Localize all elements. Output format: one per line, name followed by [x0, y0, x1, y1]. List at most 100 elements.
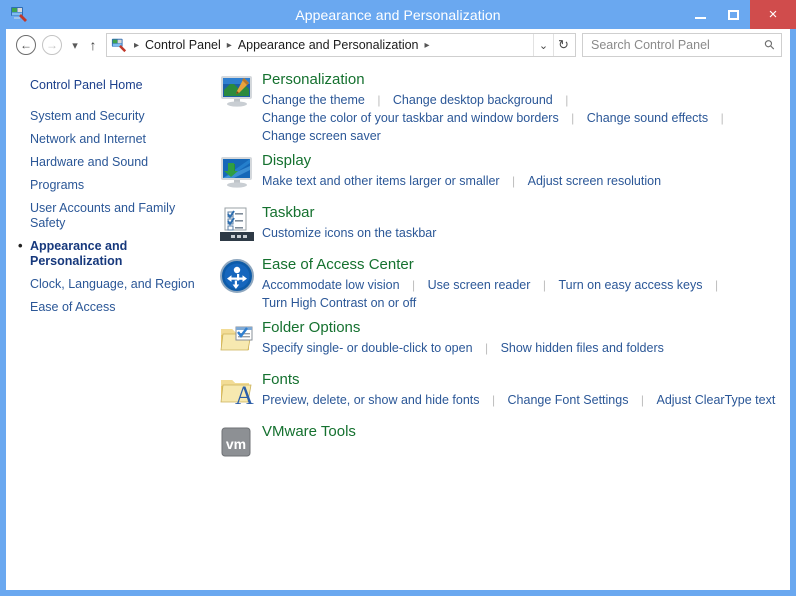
links-row: Change screen saver — [262, 127, 780, 145]
folder-options-icon[interactable] — [214, 318, 262, 364]
category-list: Personalization Change the theme | Chang… — [206, 62, 790, 590]
sidebar-item-system-and-security[interactable]: System and Security — [30, 105, 205, 128]
category-links: Accommodate low vision | Use screen read… — [262, 276, 780, 312]
link-separator: | — [542, 278, 546, 292]
address-history-button[interactable]: ⌄ — [533, 34, 553, 56]
category-vmware-tools: vm VMware Tools — [214, 422, 780, 468]
breadcrumb-control-panel-icon — [111, 37, 127, 53]
category-display: Display Make text and other items larger… — [214, 151, 780, 197]
category-body: Personalization Change the theme | Chang… — [262, 70, 780, 145]
category-title-taskbar[interactable]: Taskbar — [262, 203, 780, 223]
category-fonts: A Fonts Preview, delete, or show and hid… — [214, 370, 780, 416]
breadcrumb-separator-0[interactable]: ▸ — [131, 40, 142, 51]
links-row: Accommodate low vision | Use screen read… — [262, 276, 780, 294]
link-turn-on-easy-access-keys[interactable]: Turn on easy access keys — [558, 278, 702, 292]
category-title-folder-options[interactable]: Folder Options — [262, 318, 780, 338]
link-adjust-screen-resolution[interactable]: Adjust screen resolution — [528, 174, 661, 188]
minimize-button[interactable] — [684, 0, 717, 29]
link-turn-high-contrast-on-or-off[interactable]: Turn High Contrast on or off — [262, 296, 416, 310]
category-body: Ease of Access Center Accommodate low vi… — [262, 255, 780, 312]
svg-text:A: A — [235, 381, 254, 410]
sidebar-item-hardware-and-sound[interactable]: Hardware and Sound — [30, 151, 205, 174]
category-links: Preview, delete, or show and hide fonts … — [262, 391, 780, 409]
links-row: Customize icons on the taskbar — [262, 224, 780, 242]
sidebar-item-user-accounts-and-family-safety[interactable]: User Accounts and Family Safety — [30, 197, 205, 235]
link-separator: | — [640, 393, 645, 407]
link-change-the-theme[interactable]: Change the theme — [262, 93, 365, 107]
refresh-button[interactable]: ↻ — [553, 34, 573, 56]
category-folder-options: Folder Options Specify single- or double… — [214, 318, 780, 364]
sidebar-item-clock-language-and-region[interactable]: Clock, Language, and Region — [30, 273, 205, 296]
window-body: Control Panel Home System and Security N… — [6, 62, 790, 590]
category-body: Folder Options Specify single- or double… — [262, 318, 780, 357]
maximize-icon — [728, 9, 739, 20]
link-make-text-and-other-items-larger-or-smaller[interactable]: Make text and other items larger or smal… — [262, 174, 500, 188]
vmware-tools-icon[interactable]: vm — [214, 422, 262, 468]
breadcrumb-separator-2[interactable]: ▸ — [422, 40, 433, 51]
category-title-vmware-tools[interactable]: VMware Tools — [262, 422, 780, 442]
ease-of-access-icon[interactable] — [214, 255, 262, 301]
link-customize-icons-on-the-taskbar[interactable]: Customize icons on the taskbar — [262, 226, 436, 240]
display-icon[interactable] — [214, 151, 262, 197]
sidebar-item-appearance-and-personalization[interactable]: Appearance and Personalization — [18, 235, 205, 273]
address-toolbar: ← → ▾ ↑ ▸ Control Panel ▸ Appearance and… — [6, 29, 790, 62]
link-use-screen-reader[interactable]: Use screen reader — [428, 278, 531, 292]
link-change-font-settings[interactable]: Change Font Settings — [508, 393, 629, 407]
window-controls: × — [684, 0, 796, 29]
search-input[interactable] — [591, 38, 766, 52]
link-separator: | — [491, 393, 496, 407]
category-taskbar: Taskbar Customize icons on the taskbar — [214, 203, 780, 249]
links-row: Specify single- or double-click to open … — [262, 339, 780, 357]
link-separator: | — [484, 341, 489, 355]
breadcrumb[interactable]: ▸ Control Panel ▸ Appearance and Persona… — [106, 33, 576, 57]
link-show-hidden-files-and-folders[interactable]: Show hidden files and folders — [501, 341, 664, 355]
forward-button[interactable]: → — [40, 33, 64, 57]
sidebar: Control Panel Home System and Security N… — [6, 62, 206, 590]
category-body: Display Make text and other items larger… — [262, 151, 780, 190]
recent-locations-button[interactable]: ▾ — [66, 34, 84, 56]
links-row: Change the color of your taskbar and win… — [262, 109, 780, 127]
fonts-icon[interactable]: A — [214, 370, 262, 416]
breadcrumb-separator-1[interactable]: ▸ — [224, 40, 235, 51]
taskbar-icon[interactable] — [214, 203, 262, 249]
category-title-personalization[interactable]: Personalization — [262, 70, 780, 90]
search-box[interactable]: ⚲ — [582, 33, 782, 57]
breadcrumb-item-appearance[interactable]: Appearance and Personalization — [235, 36, 422, 54]
link-change-desktop-background[interactable]: Change desktop background — [393, 93, 553, 107]
forward-arrow-icon: → — [42, 35, 62, 55]
link-change-the-color-of-your-taskbar-and-window-borders[interactable]: Change the color of your taskbar and win… — [262, 111, 559, 125]
link-change-sound-effects[interactable]: Change sound effects — [587, 111, 708, 125]
link-specify-single-or-double-click-to-open[interactable]: Specify single- or double-click to open — [262, 341, 473, 355]
link-accommodate-low-vision[interactable]: Accommodate low vision — [262, 278, 400, 292]
link-separator: | — [512, 174, 516, 188]
category-body: Fonts Preview, delete, or show and hide … — [262, 370, 780, 409]
category-links: Change the theme | Change desktop backgr… — [262, 91, 780, 145]
link-change-screen-saver[interactable]: Change screen saver — [262, 129, 381, 143]
control-panel-icon — [10, 5, 28, 23]
sidebar-item-control-panel-home[interactable]: Control Panel Home — [30, 74, 205, 97]
sidebar-item-network-and-internet[interactable]: Network and Internet — [30, 128, 205, 151]
window-title: Appearance and Personalization — [295, 6, 501, 23]
category-title-display[interactable]: Display — [262, 151, 780, 171]
link-adjust-cleartype-text[interactable]: Adjust ClearType text — [656, 393, 775, 407]
up-button[interactable]: ↑ — [84, 34, 102, 56]
category-ease-of-access-center: Ease of Access Center Accommodate low vi… — [214, 255, 780, 312]
link-separator: | — [720, 111, 724, 125]
category-title-fonts[interactable]: Fonts — [262, 370, 780, 390]
links-row: Change the theme | Change desktop backgr… — [262, 91, 780, 109]
sidebar-item-ease-of-access[interactable]: Ease of Access — [30, 296, 205, 319]
svg-text:vm: vm — [226, 436, 246, 452]
category-body: Taskbar Customize icons on the taskbar — [262, 203, 780, 242]
category-title-ease-of-access-center[interactable]: Ease of Access Center — [262, 255, 780, 275]
close-button[interactable]: × — [750, 0, 796, 29]
maximize-button[interactable] — [717, 0, 750, 29]
link-separator: | — [571, 111, 575, 125]
category-links: Specify single- or double-click to open … — [262, 339, 780, 357]
breadcrumb-item-control-panel[interactable]: Control Panel — [142, 36, 224, 54]
link-separator: | — [714, 278, 719, 292]
personalization-icon[interactable] — [214, 70, 262, 116]
link-preview-delete-or-show-and-hide-fonts[interactable]: Preview, delete, or show and hide fonts — [262, 393, 480, 407]
back-button[interactable]: ← — [14, 33, 38, 57]
sidebar-item-programs[interactable]: Programs — [30, 174, 205, 197]
category-links: Customize icons on the taskbar — [262, 224, 780, 242]
